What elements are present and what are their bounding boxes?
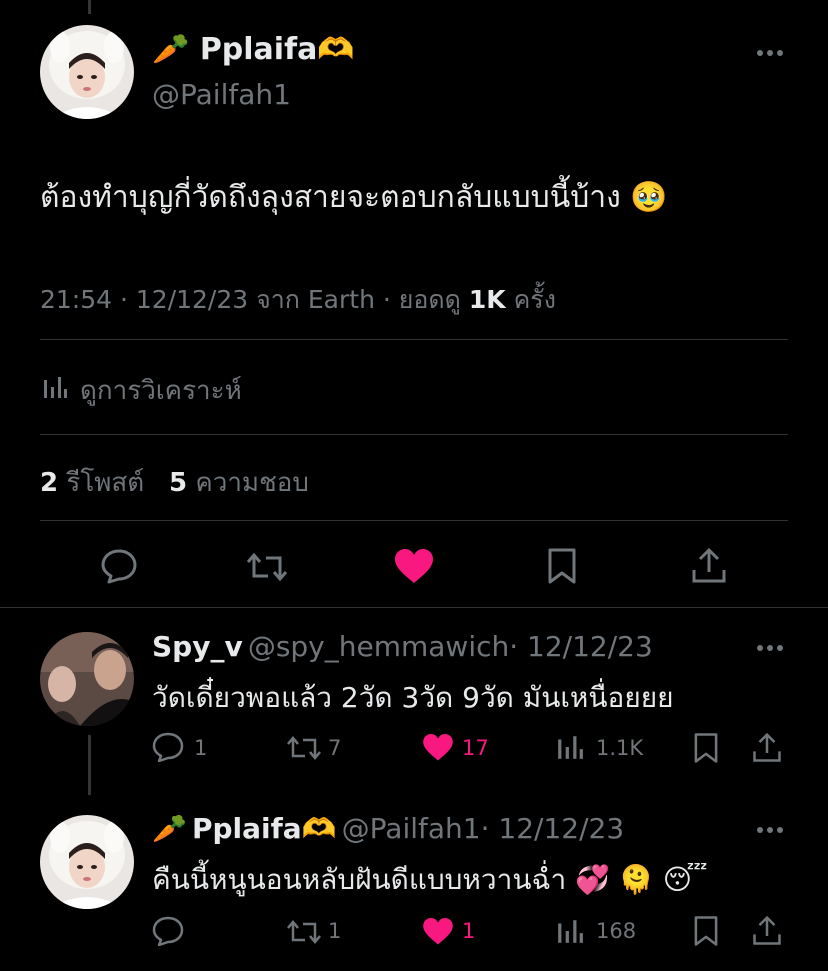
divider-4 bbox=[0, 607, 828, 608]
reply-1-name[interactable]: Spy_v bbox=[152, 630, 243, 663]
reply-2-views-icon[interactable] bbox=[556, 917, 584, 945]
reply-2-emojis: 💞 🫠 😴 bbox=[575, 863, 708, 896]
reply-1-retweet-count: 7 bbox=[328, 736, 342, 760]
retweet-count[interactable]: 2 bbox=[40, 468, 58, 498]
reply-2-view-count: 168 bbox=[596, 919, 637, 943]
more-options-icon[interactable] bbox=[757, 50, 783, 56]
view-suffix: ครั้ง bbox=[505, 285, 556, 314]
reply-icon[interactable] bbox=[100, 548, 138, 584]
tweet-time[interactable]: 21:54 · 12/12/23 จาก Earth · ยอดดู bbox=[40, 285, 469, 314]
reply-2-bookmark-icon[interactable] bbox=[693, 915, 719, 947]
like-label[interactable]: ความชอบ bbox=[195, 468, 309, 498]
analytics-link[interactable]: ดูการวิเคราะห์ bbox=[80, 370, 242, 411]
reply-1-reply-icon[interactable] bbox=[152, 732, 184, 762]
reply-1-reply-count: 1 bbox=[194, 736, 208, 760]
avatar-pailfah[interactable] bbox=[40, 25, 134, 119]
reply-2-share-icon[interactable] bbox=[752, 915, 782, 947]
thread-line-reply bbox=[88, 735, 91, 795]
divider-1 bbox=[40, 339, 788, 340]
reply-1-share-icon[interactable] bbox=[752, 732, 782, 764]
reply-1-like-icon[interactable] bbox=[422, 734, 454, 762]
avatar-spy-v[interactable] bbox=[40, 632, 134, 726]
share-icon[interactable] bbox=[691, 547, 727, 585]
reply-2-reply-icon[interactable] bbox=[152, 916, 184, 946]
reply-1-views-icon[interactable] bbox=[556, 733, 584, 761]
reply-2-retweet-count: 1 bbox=[328, 919, 342, 943]
tweet-text: ต้องทำบุญกี่วัดถึงลุงสายจะตอบกลับแบบนี้บ… bbox=[40, 174, 668, 221]
analytics-icon[interactable] bbox=[42, 374, 68, 400]
tweet-text-content: ต้องทำบุญกี่วัดถึงลุงสายจะตอบกลับแบบนี้บ… bbox=[40, 180, 621, 215]
reply-2-text: คืนนี้หนูนอนหลับฝันดีแบบหวานฉ่ำ 💞 🫠 😴 bbox=[152, 858, 708, 902]
author-name[interactable]: 🥕 Pplaifa🫶 bbox=[152, 32, 355, 67]
reply-1-text: วัดเดี๋ยวพอแล้ว 2วัด 3วัด 9วัด มันเหนื่อ… bbox=[152, 681, 674, 714]
reply-2-more-icon[interactable] bbox=[757, 827, 783, 833]
thread-line-top bbox=[88, 0, 91, 14]
bookmark-icon[interactable] bbox=[547, 547, 577, 585]
reply-2-date[interactable]: · 12/12/23 bbox=[481, 812, 625, 845]
reply-1-bookmark-icon[interactable] bbox=[693, 732, 719, 764]
reply-2-like-count: 1 bbox=[462, 919, 476, 943]
author-name-text: Pplaifa bbox=[199, 32, 318, 67]
reply-2-text-content: คืนนี้หนูนอนหลับฝันดีแบบหวานฉ่ำ bbox=[152, 863, 567, 896]
like-count[interactable]: 5 bbox=[169, 468, 187, 498]
avatar-pailfah-reply[interactable] bbox=[40, 815, 134, 909]
reply-1-handle[interactable]: @spy_hemmawich bbox=[248, 630, 509, 663]
retweet-label[interactable]: รีโพสต์ bbox=[66, 468, 144, 498]
reply-2-name[interactable]: Pplaifa bbox=[192, 812, 302, 845]
reply-2-carrot-emoji: 🥕 bbox=[152, 812, 187, 845]
reply-2-handle[interactable]: @Pailfah1 bbox=[342, 812, 481, 845]
author-handle[interactable]: @Pailfah1 bbox=[152, 78, 291, 111]
view-count: 1K bbox=[468, 285, 506, 314]
reply-1-header: Spy_v @spy_hemmawich· 12/12/23 bbox=[152, 630, 653, 663]
reply-1-retweet-icon[interactable] bbox=[286, 734, 322, 762]
pleading-face-emoji: 🥹 bbox=[630, 180, 668, 215]
reply-1-date[interactable]: · 12/12/23 bbox=[509, 630, 653, 663]
reply-2-like-icon[interactable] bbox=[422, 918, 454, 946]
engagement-stats: 2 รีโพสต์ 5 ความชอบ bbox=[40, 462, 309, 503]
tweet-meta: 21:54 · 12/12/23 จาก Earth · ยอดดู 1K คร… bbox=[40, 280, 556, 320]
retweet-icon[interactable] bbox=[246, 550, 288, 584]
divider-2 bbox=[40, 434, 788, 435]
reply-1-more-icon[interactable] bbox=[757, 645, 783, 651]
reply-2-retweet-icon[interactable] bbox=[286, 918, 322, 946]
reply-2-header: 🥕 Pplaifa🫶 @Pailfah1· 12/12/23 bbox=[152, 812, 624, 845]
reply-2-heart-hands-emoji: 🫶 bbox=[301, 812, 337, 845]
reply-1-like-count: 17 bbox=[462, 736, 489, 760]
heart-hands-emoji: 🫶 bbox=[317, 32, 355, 67]
reply-1-view-count: 1.1K bbox=[596, 736, 644, 760]
like-heart-icon[interactable] bbox=[394, 549, 434, 585]
divider-3 bbox=[40, 520, 788, 521]
carrot-emoji: 🥕 bbox=[152, 32, 190, 67]
